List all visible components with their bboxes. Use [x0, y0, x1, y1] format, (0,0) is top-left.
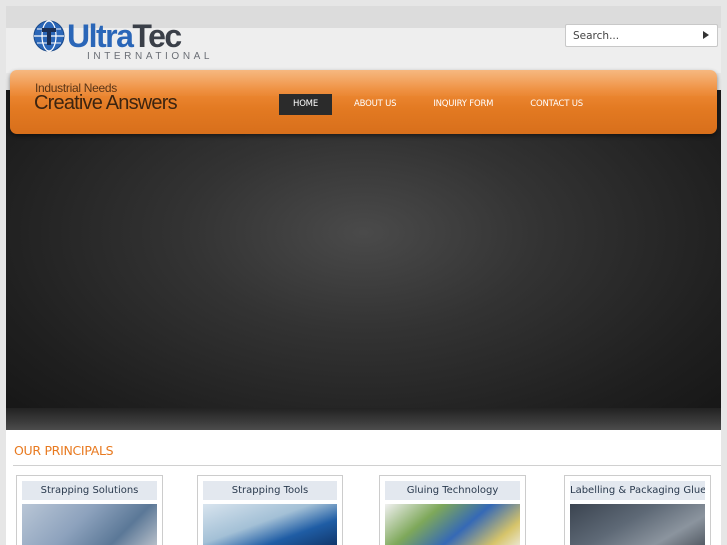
card-image[interactable] [22, 504, 157, 545]
logo-wordmark: UltraTec [67, 18, 182, 54]
nav-contact-us[interactable]: CONTACT US [516, 94, 597, 115]
principal-card-gluing-technology[interactable]: Gluing Technology [379, 475, 526, 545]
card-label[interactable]: Strapping Solutions [22, 481, 157, 500]
tagline-big: Creative Answers [34, 92, 178, 114]
main-navbar: Industrial Needs Creative Answers HOME A… [10, 70, 717, 134]
card-label[interactable]: Labelling & Packaging Glues [570, 481, 705, 500]
logo-ultra-text: Ultra [67, 18, 134, 54]
search-input[interactable] [566, 29, 694, 42]
principal-card-labelling-packaging-glues[interactable]: Labelling & Packaging Glues [564, 475, 711, 545]
card-label[interactable]: Gluing Technology [385, 481, 520, 500]
search-submit-arrow-icon[interactable] [703, 31, 709, 39]
principal-card-strapping-tools[interactable]: Strapping Tools [197, 475, 343, 545]
section-divider [13, 465, 721, 466]
logo-tec-text: Tec [132, 18, 182, 54]
principal-card-strapping-solutions[interactable]: Strapping Solutions [16, 475, 163, 545]
section-title: OUR PRINCIPALS [14, 443, 114, 458]
ultratec-logo[interactable]: UltraTec INTERNATIONAL [33, 18, 209, 66]
nav-menu: HOME ABOUT US INQUIRY FORM CONTACT US [279, 94, 597, 115]
nav-inquiry-form[interactable]: INQUIRY FORM [419, 94, 507, 115]
card-label[interactable]: Strapping Tools [203, 481, 337, 500]
card-image[interactable] [570, 504, 705, 545]
nav-about-us[interactable]: ABOUT US [340, 94, 410, 115]
principals-section: OUR PRINCIPALS Strapping Solutions Strap… [6, 430, 721, 545]
globe-logo-icon [33, 20, 65, 52]
hero-banner [6, 90, 721, 430]
logo-subtitle: INTERNATIONAL [87, 51, 214, 62]
nav-home[interactable]: HOME [279, 94, 332, 115]
card-image[interactable] [203, 504, 337, 545]
search-box [565, 24, 718, 47]
card-image[interactable] [385, 504, 520, 545]
